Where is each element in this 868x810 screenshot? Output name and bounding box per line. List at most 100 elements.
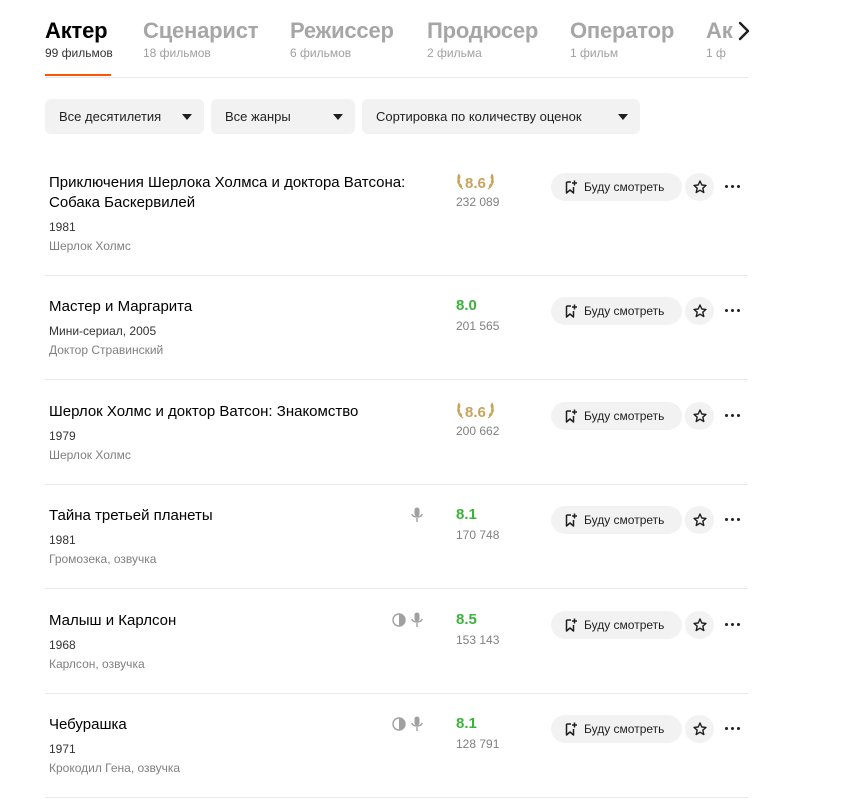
film-title[interactable]: Чебурашка [49, 715, 409, 735]
film-rating: 8.0 [456, 297, 477, 314]
film-votes: 201 565 [456, 319, 500, 333]
film-row[interactable]: Малыш и Карлсон 1968 Карлсон, озвучка 8.… [45, 610, 748, 693]
star-icon [693, 180, 707, 194]
film-meta: 1981 [49, 533, 76, 547]
watch-later-label: Буду смотреть [584, 722, 665, 736]
microphone-icon [411, 716, 423, 731]
tab-producer[interactable]: Продюсер 2 фильма [427, 17, 538, 60]
watch-later-label: Буду смотреть [584, 618, 665, 632]
film-title[interactable]: Мастер и Маргарита [49, 297, 409, 317]
laurel-left-icon [457, 173, 464, 190]
film-rating: 8.6 [456, 173, 495, 193]
bookmark-plus-icon [565, 513, 577, 527]
laurel-right-icon [487, 173, 494, 190]
film-role: Шерлок Холмс [49, 239, 131, 253]
more-options-icon[interactable] [723, 715, 743, 743]
film-title[interactable]: Приключения Шерлока Холмса и доктора Ват… [49, 173, 409, 213]
rate-star-button[interactable] [685, 611, 714, 639]
tab-label: Оператор [570, 18, 675, 43]
laurel-left-icon [457, 402, 464, 419]
watch-later-button[interactable]: Буду смотреть [551, 611, 682, 639]
rating-value: 8.6 [465, 404, 486, 421]
tab-count: 18 фильмов [143, 46, 211, 60]
rate-star-button[interactable] [685, 506, 714, 534]
row-divider [45, 693, 748, 694]
film-row[interactable]: Мастер и Маргарита Мини-сериал, 2005 Док… [45, 296, 748, 379]
watch-later-button[interactable]: Буду смотреть [551, 297, 682, 325]
tab-label: Продюсер [427, 18, 539, 43]
more-options-icon[interactable] [723, 173, 743, 201]
sort-filter[interactable]: Сортировка по количеству оценок [362, 99, 640, 134]
tab-director[interactable]: Режиссер 6 фильмов [290, 17, 394, 60]
rate-star-button[interactable] [685, 173, 714, 201]
film-meta: 1968 [49, 638, 76, 652]
film-meta: 1971 [49, 742, 76, 756]
tab-count: 99 фильмов [45, 46, 113, 60]
row-divider [45, 588, 748, 589]
film-votes: 128 791 [456, 737, 500, 751]
more-options-icon[interactable] [723, 297, 743, 325]
watch-later-label: Буду смотреть [584, 513, 665, 527]
bookmark-plus-icon [565, 180, 577, 194]
chevron-right-icon[interactable] [734, 19, 754, 43]
film-role: Карлсон, озвучка [49, 657, 145, 671]
caret-down-icon [182, 114, 192, 120]
film-rating: 8.1 [456, 506, 477, 523]
rate-star-button[interactable] [685, 402, 714, 430]
more-options-icon[interactable] [723, 506, 743, 534]
watch-later-button[interactable]: Буду смотреть [551, 402, 682, 430]
caret-down-icon [333, 114, 343, 120]
rating-value: 8.6 [465, 175, 486, 192]
film-rating: 8.6 [456, 402, 495, 422]
microphone-icon [411, 612, 423, 627]
tab-operator[interactable]: Оператор 1 фильм [570, 17, 674, 60]
film-votes: 200 662 [456, 424, 500, 438]
film-role: Громозека, озвучка [49, 552, 157, 566]
film-title[interactable]: Шерлок Холмс и доктор Ватсон: Знакомство [49, 402, 409, 422]
watch-later-label: Буду смотреть [584, 180, 665, 194]
star-icon [693, 304, 707, 318]
row-divider [45, 379, 748, 380]
tab-actor[interactable]: Актер 99 фильмов [45, 17, 113, 60]
more-options-icon[interactable] [723, 402, 743, 430]
film-row[interactable]: Приключения Шерлока Холмса и доктора Ват… [45, 172, 748, 275]
row-divider [45, 484, 748, 485]
film-title[interactable]: Малыш и Карлсон [49, 611, 409, 631]
rate-star-button[interactable] [685, 297, 714, 325]
watch-later-button[interactable]: Буду смотреть [551, 506, 682, 534]
bookmark-plus-icon [565, 722, 577, 736]
film-row[interactable]: Чебурашка 1971 Крокодил Гена, озвучка 8.… [45, 714, 748, 797]
film-row[interactable]: Шерлок Холмс и доктор Ватсон: Знакомство… [45, 401, 748, 484]
laurel-right-icon [487, 402, 494, 419]
career-tabs: Актер 99 фильмов Сценарист 18 фильмов Ре… [45, 0, 748, 78]
film-title[interactable]: Тайна третьей планеты [49, 506, 409, 526]
star-icon [693, 722, 707, 736]
decades-filter-label: Все десятилетия [59, 109, 162, 124]
tab-writer[interactable]: Сценарист 18 фильмов [143, 17, 259, 60]
film-meta: 1981 [49, 220, 76, 234]
watch-later-label: Буду смотреть [584, 304, 665, 318]
film-rating: 8.5 [456, 611, 477, 628]
genres-filter[interactable]: Все жанры [211, 99, 355, 134]
contrast-icon [392, 717, 406, 731]
tab-label: Ак [706, 18, 733, 43]
rate-star-button[interactable] [685, 715, 714, 743]
tab-partial[interactable]: Ак 1 ф [706, 17, 733, 60]
more-options-icon[interactable] [723, 611, 743, 639]
film-votes: 232 089 [456, 195, 500, 209]
film-role: Шерлок Холмс [49, 448, 131, 462]
tab-count: 1 ф [706, 46, 726, 60]
bookmark-plus-icon [565, 304, 577, 318]
film-rating: 8.1 [456, 715, 477, 732]
microphone-icon [411, 507, 423, 522]
row-divider [45, 275, 748, 276]
tab-count: 6 фильмов [290, 46, 352, 60]
film-row[interactable]: Тайна третьей планеты 1981 Громозека, оз… [45, 505, 748, 588]
film-votes: 170 748 [456, 528, 500, 542]
watch-later-button[interactable]: Буду смотреть [551, 715, 682, 743]
decades-filter[interactable]: Все десятилетия [45, 99, 204, 134]
watch-later-button[interactable]: Буду смотреть [551, 173, 682, 201]
row-divider [45, 797, 748, 798]
film-meta: 1979 [49, 429, 76, 443]
film-role: Крокодил Гена, озвучка [49, 761, 181, 775]
